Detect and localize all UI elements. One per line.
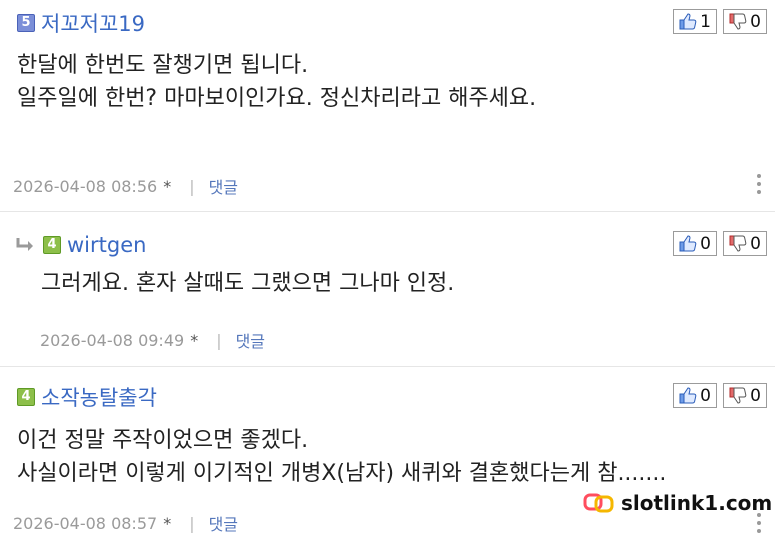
comment-date: 2026-04-08 08:56 xyxy=(13,176,158,196)
like-count: 0 xyxy=(700,385,711,406)
divider: | xyxy=(189,513,195,533)
level-badge: 5 xyxy=(17,14,35,32)
comment-line: 이건 정말 주작이었으면 좋겠다. xyxy=(17,428,309,453)
comment-line: 한달에 한번도 잘챙기면 됩니다. xyxy=(17,53,309,78)
comment-line: 일주일에 한번? 마마보이인가요. 정신차리라고 해주세요. xyxy=(17,86,537,111)
dislike-button[interactable]: 0 xyxy=(723,231,767,256)
nickname-link[interactable]: 저꼬저꼬19 xyxy=(41,8,145,38)
dislike-count: 0 xyxy=(750,11,761,32)
star-mark: * xyxy=(163,176,172,196)
dislike-count: 0 xyxy=(750,385,761,406)
like-button[interactable]: 0 xyxy=(673,383,717,408)
reply-link[interactable]: 댓글 xyxy=(209,174,238,198)
star-mark: * xyxy=(190,330,199,350)
comment-header: 4 wirtgen xyxy=(15,232,146,258)
thumbs-down-icon xyxy=(729,235,747,252)
comment-meta: 2026-04-08 08:56 * | 댓글 xyxy=(13,174,238,198)
comment-line: 사실이라면 이렇게 이기적인 개병X(남자) 새퀴와 결혼했다는게 참.....… xyxy=(17,461,667,486)
comment-line: 그러게요. 혼자 살때도 그랬으면 그나마 인정. xyxy=(41,271,455,296)
nickname-link[interactable]: 소작농탈출각 xyxy=(41,382,157,412)
vote-group: 0 0 xyxy=(673,231,767,256)
comment-body: 그러게요. 혼자 살때도 그랬으면 그나마 인정. xyxy=(41,267,454,300)
dislike-button[interactable]: 0 xyxy=(723,383,767,408)
thumbs-down-icon xyxy=(729,13,747,30)
comment-body: 한달에 한번도 잘챙기면 됩니다. 일주일에 한번? 마마보이인가요. 정신차리… xyxy=(17,49,536,115)
comment-item: 4 소작농탈출각 0 0 이건 정말 주작이었으면 좋겠다. 사실이라면 이렇게… xyxy=(0,367,775,544)
comment-date: 2026-04-08 09:49 xyxy=(40,330,185,350)
thumbs-up-icon xyxy=(679,13,697,30)
star-mark: * xyxy=(163,513,172,533)
dislike-count: 0 xyxy=(750,233,761,254)
watermark-text: slotlink1.com xyxy=(621,491,773,515)
level-badge: 4 xyxy=(43,236,61,254)
thumbs-down-icon xyxy=(729,387,747,404)
reply-link[interactable]: 댓글 xyxy=(209,511,238,535)
comment-body: 이건 정말 주작이었으면 좋겠다. 사실이라면 이렇게 이기적인 개병X(남자)… xyxy=(17,424,666,490)
thumbs-up-icon xyxy=(679,235,697,252)
comment-meta: 2026-04-08 09:49 * | 댓글 xyxy=(40,328,265,352)
level-badge: 4 xyxy=(17,388,35,406)
more-options-icon[interactable] xyxy=(757,513,761,533)
comment-header: 5 저꼬저꼬19 xyxy=(17,10,145,36)
nickname-link[interactable]: wirtgen xyxy=(67,233,146,257)
like-count: 1 xyxy=(700,11,711,32)
comment-meta: 2026-04-08 08:57 * | 댓글 xyxy=(13,511,238,535)
more-options-icon[interactable] xyxy=(757,174,761,194)
link-icon xyxy=(583,493,614,513)
divider: | xyxy=(189,176,195,196)
comment-item-reply: 4 wirtgen 0 0 그러게요. 혼자 살때도 그랬으면 그나마 인정. … xyxy=(0,212,775,367)
reply-arrow-icon xyxy=(16,238,33,251)
like-button[interactable]: 1 xyxy=(673,9,717,34)
reply-link[interactable]: 댓글 xyxy=(236,328,265,352)
vote-group: 0 0 xyxy=(673,383,767,408)
vote-group: 1 0 xyxy=(673,9,767,34)
thumbs-up-icon xyxy=(679,387,697,404)
dislike-button[interactable]: 0 xyxy=(723,9,767,34)
like-count: 0 xyxy=(700,233,711,254)
comment-date: 2026-04-08 08:57 xyxy=(13,513,158,533)
watermark: slotlink1.com xyxy=(583,491,772,515)
comment-item: 5 저꼬저꼬19 1 0 한달에 한번도 잘챙기면 됩니다. 일주일에 한번? … xyxy=(0,0,775,212)
divider: | xyxy=(216,330,222,350)
like-button[interactable]: 0 xyxy=(673,231,717,256)
comment-header: 4 소작농탈출각 xyxy=(17,384,157,410)
